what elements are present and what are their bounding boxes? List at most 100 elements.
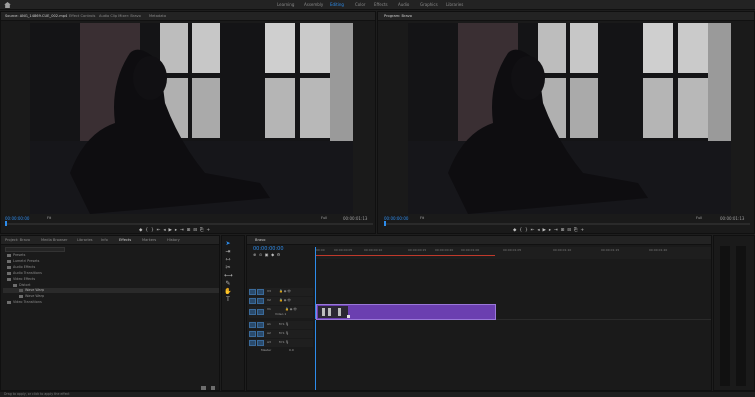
source-timecode[interactable]: 00:00:00:00 — [5, 216, 29, 221]
ripple-edit-tool-icon[interactable]: ⇿ — [224, 256, 232, 264]
status-bar: Drag to apply, or click to apply the eff… — [0, 391, 755, 397]
track-label-v2: V2 — [267, 298, 271, 302]
track-toggle-button[interactable] — [257, 340, 264, 346]
tree-distort[interactable]: Distort — [13, 283, 30, 287]
track-toggle-button[interactable] — [257, 331, 264, 337]
track-label-v3: V3 — [267, 289, 271, 293]
track-target-button[interactable] — [249, 298, 256, 304]
track-icons[interactable]: 🔒 ◉ 👁 — [285, 307, 297, 311]
tree-audio-effects[interactable]: Audio Effects — [7, 265, 35, 269]
program-full[interactable]: Full — [696, 216, 702, 220]
workspace-effects[interactable]: Effects — [374, 2, 388, 7]
tab-audio-clip-mixer[interactable]: Audio Clip Mixer: Bravo — [99, 14, 141, 18]
track-header-v2: V2 🔒 ◉ 👁 — [249, 297, 313, 305]
workspace-assembly[interactable]: Assembly — [304, 2, 323, 7]
tree-lumetri-presets[interactable]: Lumetri Presets — [7, 259, 39, 263]
effect-icon — [19, 288, 23, 292]
audio-meters — [713, 235, 755, 391]
track-icons[interactable]: 🔒 ◉ 👁 — [279, 289, 291, 293]
razor-tool-icon[interactable]: ✂ — [224, 264, 232, 272]
master-level[interactable]: 0.0 — [289, 348, 294, 352]
source-scrubber[interactable] — [5, 223, 373, 225]
folder-icon — [7, 271, 11, 275]
tree-video-transitions[interactable]: Video Transitions — [7, 300, 42, 304]
tree-presets[interactable]: Presets — [7, 253, 25, 257]
tab-source[interactable]: Source: ANG_14869.CUE_002.mp4 — [5, 14, 67, 18]
track-label-a2: A2 — [267, 331, 271, 335]
track-toggle-button[interactable] — [257, 309, 264, 315]
workspace-graphics[interactable]: Graphics — [420, 2, 438, 7]
slip-tool-icon[interactable]: ⟷ — [224, 272, 233, 280]
track-header-a3: A3 M S 🎙 — [249, 339, 313, 347]
source-playhead[interactable] — [5, 221, 7, 226]
tree-wave-warp-selected[interactable]: Wave Warp — [19, 288, 44, 292]
status-text: Drag to apply, or click to apply the eff… — [4, 392, 70, 396]
type-tool-icon[interactable]: T — [224, 296, 232, 304]
tab-effect-controls[interactable]: Effect Controls — [69, 14, 95, 18]
timeline-tool-icons[interactable]: ⊕ ⊙ ▣ ◆ ⚙ — [253, 252, 280, 257]
track-icons[interactable]: M S 🎙 — [279, 340, 289, 344]
program-timecode[interactable]: 00:00:00:00 — [384, 216, 408, 221]
timeline-ruler[interactable]: 00:00 00:00:00:05 00:00:00:10 00:00:00:1… — [315, 247, 711, 259]
home-icon[interactable] — [4, 2, 11, 8]
track-target-button[interactable] — [249, 289, 256, 295]
tab-effects[interactable]: Effects — [119, 238, 131, 242]
tree-video-effects[interactable]: Video Effects — [7, 277, 35, 281]
tab-program[interactable]: Program: Bravo — [384, 14, 412, 18]
tab-libraries[interactable]: Libraries — [77, 238, 93, 242]
track-target-button[interactable] — [249, 340, 256, 346]
track-target-button[interactable] — [249, 309, 256, 315]
track-target-button[interactable] — [249, 331, 256, 337]
program-playhead[interactable] — [384, 221, 386, 226]
workspace-editing[interactable]: Editing — [330, 2, 344, 7]
source-transport-controls[interactable]: ◆ { } ⇤ ◂ ▶ ▸ ⇥ ⊞ ⊟ ⎘ + — [139, 228, 210, 233]
workspace-learning[interactable]: Learning — [277, 2, 294, 7]
ruler-label: 00:00:01:20 — [649, 248, 668, 252]
tab-markers[interactable]: Markers — [142, 238, 156, 242]
workspace-libraries[interactable]: Libraries — [446, 2, 463, 7]
tab-info[interactable]: Info — [101, 238, 108, 242]
tab-project[interactable]: Project: Bravo — [5, 238, 30, 242]
workspace-color[interactable]: Color — [355, 2, 365, 7]
hand-tool-icon[interactable]: ✋ — [224, 288, 232, 296]
ruler-label: 00:00:01:00 — [461, 248, 480, 252]
tree-wave-warp[interactable]: Wave Warp — [19, 294, 44, 298]
workspace-audio[interactable]: Audio — [398, 2, 409, 7]
source-video-frame[interactable] — [30, 23, 353, 214]
tab-metadata[interactable]: Metadata — [149, 14, 166, 18]
track-icons[interactable]: M S 🎙 — [279, 331, 289, 335]
work-area-bar[interactable] — [315, 255, 495, 256]
video-clip[interactable] — [316, 304, 496, 320]
selection-tool-icon[interactable]: ➤ — [224, 240, 232, 248]
track-icons[interactable]: M S 🎙 — [279, 322, 289, 326]
tools-panel: ➤ ⇥ ⇿ ✂ ⟷ ✎ ✋ T — [221, 235, 245, 391]
program-fit[interactable]: Fit — [420, 216, 424, 220]
effects-search-input[interactable] — [5, 247, 65, 252]
tab-media-browser[interactable]: Media Browser — [41, 238, 68, 242]
program-video-frame[interactable] — [408, 23, 731, 214]
tab-history[interactable]: History — [167, 238, 180, 242]
folder-icon — [13, 283, 17, 287]
track-select-tool-icon[interactable]: ⇥ — [224, 248, 232, 256]
folder-icon — [7, 277, 11, 281]
track-toggle-button[interactable] — [257, 322, 264, 328]
delete-icon[interactable] — [211, 386, 215, 390]
ruler-label: 00:00:00:20 — [435, 248, 454, 252]
pen-tool-icon[interactable]: ✎ — [224, 280, 232, 288]
track-target-button[interactable] — [249, 322, 256, 328]
track-header-v1: V1 Video 1 🔒 ◉ 👁 — [249, 306, 313, 318]
program-transport-controls[interactable]: ◆ { } ⇤ ◂ ▶ ▸ ⇥ ⊞ ⊟ ⎘ + — [513, 228, 584, 233]
program-duration: 00:00:01:13 — [720, 216, 745, 221]
fx-badge — [347, 315, 350, 318]
program-scrubber[interactable] — [384, 223, 750, 225]
track-toggle-button[interactable] — [257, 289, 264, 295]
tab-sequence[interactable]: Bravo — [255, 238, 265, 242]
track-toggle-button[interactable] — [257, 298, 264, 304]
tree-audio-transitions[interactable]: Audio Transitions — [7, 271, 42, 275]
track-icons[interactable]: 🔒 ◉ 👁 — [279, 298, 291, 302]
source-fit[interactable]: Fit — [47, 216, 51, 220]
new-bin-icon[interactable] — [201, 386, 206, 390]
source-full[interactable]: Full — [321, 216, 327, 220]
track-name: Video 1 — [275, 312, 287, 316]
folder-icon — [7, 300, 11, 304]
